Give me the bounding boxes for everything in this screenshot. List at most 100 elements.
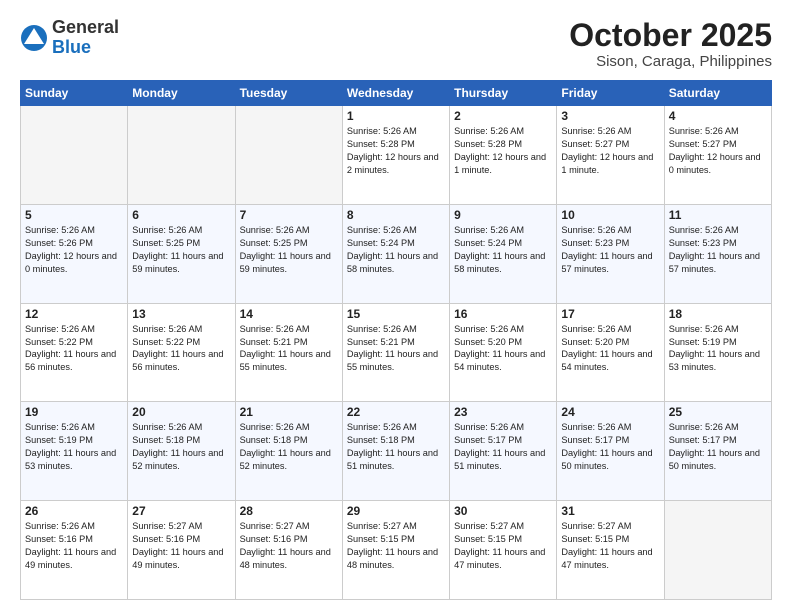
day-number: 20 (132, 405, 230, 419)
day-number: 1 (347, 109, 445, 123)
day-number: 28 (240, 504, 338, 518)
logo-icon (20, 24, 48, 52)
logo-text: General Blue (52, 18, 119, 58)
day-number: 31 (561, 504, 659, 518)
calendar-cell: 17 Sunrise: 5:26 AM Sunset: 5:20 PM Dayli… (557, 303, 664, 402)
day-number: 30 (454, 504, 552, 518)
day-info: Sunrise: 5:26 AM Sunset: 5:24 PM Dayligh… (454, 224, 552, 276)
day-info: Sunrise: 5:26 AM Sunset: 5:19 PM Dayligh… (25, 421, 123, 473)
calendar-table: SundayMondayTuesdayWednesdayThursdayFrid… (20, 80, 772, 600)
logo-blue-text: Blue (52, 37, 91, 57)
calendar-cell: 30 Sunrise: 5:27 AM Sunset: 5:15 PM Dayli… (450, 501, 557, 600)
day-number: 15 (347, 307, 445, 321)
calendar-cell: 4 Sunrise: 5:26 AM Sunset: 5:27 PM Daylig… (664, 106, 771, 205)
calendar-cell: 19Sunrise: 5:26 AM Sunset: 5:19 PM Dayli… (21, 402, 128, 501)
calendar-cell: 20 Sunrise: 5:26 AM Sunset: 5:18 PM Dayli… (128, 402, 235, 501)
calendar-cell: 23 Sunrise: 5:26 AM Sunset: 5:17 PM Dayli… (450, 402, 557, 501)
calendar-cell: 29Sunrise: 5:27 AM Sunset: 5:15 PM Dayli… (342, 501, 449, 600)
day-info: Sunrise: 5:26 AM Sunset: 5:27 PM Dayligh… (669, 125, 767, 177)
calendar-cell: 7 Sunrise: 5:26 AM Sunset: 5:25 PM Daylig… (235, 204, 342, 303)
column-header-thursday: Thursday (450, 81, 557, 106)
day-number: 4 (669, 109, 767, 123)
day-number: 13 (132, 307, 230, 321)
day-number: 17 (561, 307, 659, 321)
day-info: Sunrise: 5:26 AM Sunset: 5:21 PM Dayligh… (240, 323, 338, 375)
calendar-cell: 13Sunrise: 5:26 AM Sunset: 5:22 PM Dayli… (128, 303, 235, 402)
day-number: 23 (454, 405, 552, 419)
calendar-week-row: 26 Sunrise: 5:26 AM Sunset: 5:16 PM Dayli… (21, 501, 772, 600)
day-info: Sunrise: 5:26 AM Sunset: 5:17 PM Dayligh… (454, 421, 552, 473)
day-info: Sunrise: 5:27 AM Sunset: 5:15 PM Dayligh… (561, 520, 659, 572)
day-info: Sunrise: 5:26 AM Sunset: 5:22 PM Dayligh… (25, 323, 123, 375)
day-info: Sunrise: 5:26 AM Sunset: 5:18 PM Dayligh… (347, 421, 445, 473)
logo: General Blue (20, 18, 119, 58)
day-info: Sunrise: 5:26 AM Sunset: 5:18 PM Dayligh… (132, 421, 230, 473)
day-info: Sunrise: 5:26 AM Sunset: 5:16 PM Dayligh… (25, 520, 123, 572)
day-info: Sunrise: 5:26 AM Sunset: 5:17 PM Dayligh… (561, 421, 659, 473)
column-header-saturday: Saturday (664, 81, 771, 106)
calendar-cell: 5 Sunrise: 5:26 AM Sunset: 5:26 PM Daylig… (21, 204, 128, 303)
day-info: Sunrise: 5:27 AM Sunset: 5:15 PM Dayligh… (347, 520, 445, 572)
column-header-sunday: Sunday (21, 81, 128, 106)
calendar-cell: 2Sunrise: 5:26 AM Sunset: 5:28 PM Daylig… (450, 106, 557, 205)
day-number: 2 (454, 109, 552, 123)
day-number: 22 (347, 405, 445, 419)
day-number: 7 (240, 208, 338, 222)
calendar-cell: 27 Sunrise: 5:27 AM Sunset: 5:16 PM Dayli… (128, 501, 235, 600)
calendar-week-row: 1 Sunrise: 5:26 AM Sunset: 5:28 PM Daylig… (21, 106, 772, 205)
calendar-week-row: 19Sunrise: 5:26 AM Sunset: 5:19 PM Dayli… (21, 402, 772, 501)
day-number: 12 (25, 307, 123, 321)
day-number: 26 (25, 504, 123, 518)
calendar-cell (21, 106, 128, 205)
title-section: October 2025 Sison, Caraga, Philippines (569, 18, 772, 70)
column-header-friday: Friday (557, 81, 664, 106)
calendar-cell: 6 Sunrise: 5:26 AM Sunset: 5:25 PM Daylig… (128, 204, 235, 303)
calendar-cell: 16 Sunrise: 5:26 AM Sunset: 5:20 PM Dayli… (450, 303, 557, 402)
day-number: 9 (454, 208, 552, 222)
calendar-cell: 1 Sunrise: 5:26 AM Sunset: 5:28 PM Daylig… (342, 106, 449, 205)
day-info: Sunrise: 5:26 AM Sunset: 5:17 PM Dayligh… (669, 421, 767, 473)
calendar-cell: 3Sunrise: 5:26 AM Sunset: 5:27 PM Daylig… (557, 106, 664, 205)
calendar-cell: 15 Sunrise: 5:26 AM Sunset: 5:21 PM Dayli… (342, 303, 449, 402)
day-info: Sunrise: 5:27 AM Sunset: 5:16 PM Dayligh… (132, 520, 230, 572)
day-number: 16 (454, 307, 552, 321)
day-info: Sunrise: 5:26 AM Sunset: 5:20 PM Dayligh… (561, 323, 659, 375)
day-info: Sunrise: 5:26 AM Sunset: 5:28 PM Dayligh… (347, 125, 445, 177)
day-info: Sunrise: 5:26 AM Sunset: 5:18 PM Dayligh… (240, 421, 338, 473)
calendar-cell: 31 Sunrise: 5:27 AM Sunset: 5:15 PM Dayli… (557, 501, 664, 600)
calendar-cell: 9 Sunrise: 5:26 AM Sunset: 5:24 PM Daylig… (450, 204, 557, 303)
calendar-cell (664, 501, 771, 600)
day-number: 24 (561, 405, 659, 419)
day-number: 10 (561, 208, 659, 222)
day-info: Sunrise: 5:26 AM Sunset: 5:21 PM Dayligh… (347, 323, 445, 375)
calendar-cell: 8Sunrise: 5:26 AM Sunset: 5:24 PM Daylig… (342, 204, 449, 303)
day-number: 21 (240, 405, 338, 419)
day-number: 3 (561, 109, 659, 123)
day-info: Sunrise: 5:26 AM Sunset: 5:23 PM Dayligh… (669, 224, 767, 276)
calendar-header-row: SundayMondayTuesdayWednesdayThursdayFrid… (21, 81, 772, 106)
page-subtitle: Sison, Caraga, Philippines (569, 53, 772, 70)
column-header-monday: Monday (128, 81, 235, 106)
day-info: Sunrise: 5:27 AM Sunset: 5:15 PM Dayligh… (454, 520, 552, 572)
calendar-cell: 28 Sunrise: 5:27 AM Sunset: 5:16 PM Dayli… (235, 501, 342, 600)
calendar-cell: 25Sunrise: 5:26 AM Sunset: 5:17 PM Dayli… (664, 402, 771, 501)
page: General Blue October 2025 Sison, Caraga,… (0, 0, 792, 612)
day-number: 8 (347, 208, 445, 222)
day-number: 18 (669, 307, 767, 321)
day-number: 11 (669, 208, 767, 222)
day-number: 14 (240, 307, 338, 321)
day-info: Sunrise: 5:26 AM Sunset: 5:25 PM Dayligh… (240, 224, 338, 276)
calendar-cell: 26 Sunrise: 5:26 AM Sunset: 5:16 PM Dayli… (21, 501, 128, 600)
day-info: Sunrise: 5:26 AM Sunset: 5:20 PM Dayligh… (454, 323, 552, 375)
logo-general-text: General (52, 17, 119, 37)
day-info: Sunrise: 5:27 AM Sunset: 5:16 PM Dayligh… (240, 520, 338, 572)
day-info: Sunrise: 5:26 AM Sunset: 5:26 PM Dayligh… (25, 224, 123, 276)
calendar-week-row: 12 Sunrise: 5:26 AM Sunset: 5:22 PM Dayli… (21, 303, 772, 402)
day-number: 6 (132, 208, 230, 222)
day-number: 5 (25, 208, 123, 222)
calendar-cell: 18Sunrise: 5:26 AM Sunset: 5:19 PM Dayli… (664, 303, 771, 402)
day-info: Sunrise: 5:26 AM Sunset: 5:25 PM Dayligh… (132, 224, 230, 276)
column-header-tuesday: Tuesday (235, 81, 342, 106)
column-header-wednesday: Wednesday (342, 81, 449, 106)
day-number: 27 (132, 504, 230, 518)
